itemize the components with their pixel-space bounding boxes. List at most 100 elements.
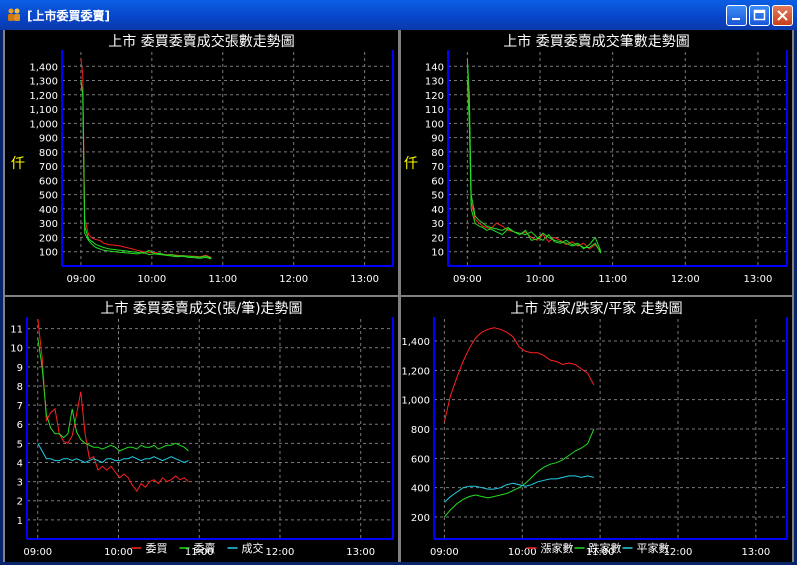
y-tick-label: 1,000	[401, 396, 430, 407]
y-tick-label: 800	[39, 148, 58, 159]
y-tick-label: 70	[431, 162, 444, 173]
chart-breadth: 上市 漲家/跌家/平家 走勢圖09:00 10:00 11:00 12:00 13:00…	[401, 300, 788, 558]
y-tick-label: 300	[39, 219, 58, 230]
title-bar[interactable]: [上市委買委賣]	[0, 0, 797, 31]
y-tick-label: 1,000	[29, 119, 58, 130]
y-tick-label: 700	[39, 162, 58, 173]
legend-label: 委賣	[194, 541, 216, 555]
x-tick-label: 13:00	[744, 274, 773, 285]
y-tick-label: 30	[431, 219, 444, 230]
y-axis-label: 仟	[404, 156, 418, 172]
y-tick-label: 1,300	[29, 77, 58, 88]
y-tick-label: 8	[17, 382, 23, 393]
y-tick-label: 7	[17, 401, 23, 412]
y-tick-label: 140	[425, 62, 444, 73]
x-tick-label: 10:00	[137, 274, 166, 285]
y-tick-label: 1,200	[29, 91, 58, 102]
x-tick-label: 10:00	[526, 274, 555, 285]
y-tick-label: 9	[17, 363, 23, 374]
x-tick-label: 13:00	[741, 547, 770, 558]
y-tick-label: 100	[39, 248, 58, 259]
y-tick-label: 600	[39, 176, 58, 187]
legend-label: 平家數	[637, 541, 670, 555]
y-tick-label: 10	[10, 344, 23, 355]
series-line-0	[80, 59, 212, 258]
x-tick-label: 11:00	[598, 274, 627, 285]
y-tick-label: 90	[431, 134, 444, 145]
y-tick-label: 1,400	[29, 62, 58, 73]
chart-panel-count: 上市 委買委賣成交筆數走勢圖仟 09:00 10:00 11:00 12:00 13:00…	[401, 30, 792, 295]
y-tick-label: 6	[17, 420, 23, 431]
y-tick-label: 40	[431, 205, 444, 216]
y-tick-label: 800	[411, 425, 430, 436]
y-tick-label: 11	[10, 325, 23, 336]
x-tick-label: 12:00	[279, 274, 308, 285]
series-line-0	[443, 327, 595, 422]
y-tick-label: 60	[431, 176, 444, 187]
series-line-2	[80, 80, 212, 260]
y-tick-label: 600	[411, 454, 430, 465]
y-tick-label: 1,200	[401, 366, 430, 377]
y-tick-label: 20	[431, 233, 444, 244]
y-tick-label: 900	[39, 134, 58, 145]
legend-label: 委買	[146, 542, 168, 555]
chart-title: 上市 委買委賣成交(張/筆)走勢圖	[100, 300, 302, 317]
y-tick-label: 120	[425, 91, 444, 102]
series-line-2	[444, 475, 595, 503]
y-tick-label: 1,400	[401, 337, 430, 348]
y-tick-label: 80	[431, 148, 444, 159]
maximize-button[interactable]	[749, 5, 770, 26]
series-line-0	[466, 66, 602, 253]
y-tick-label: 500	[39, 191, 58, 202]
chart-ratio: 上市 委買委賣成交(張/筆)走勢圖09:00 10:00 11:00 12:00 13:…	[10, 300, 394, 558]
maximize-icon	[753, 9, 766, 21]
x-tick-label: 12:00	[266, 547, 295, 558]
x-tick-label: 09:00	[430, 547, 459, 558]
x-tick-label: 09:00	[67, 274, 96, 285]
legend-label: 漲家數	[541, 541, 574, 555]
x-tick-label: 11:00	[208, 274, 237, 285]
close-icon	[777, 10, 788, 21]
y-tick-label: 1,100	[29, 105, 58, 116]
chart-count: 上市 委買委賣成交筆數走勢圖仟 09:00 10:00 11:00 12:00 13:00…	[404, 33, 788, 285]
x-tick-label: 12:00	[671, 274, 700, 285]
y-tick-label: 400	[411, 484, 430, 495]
legend-label: 成交	[242, 541, 264, 555]
people-icon	[8, 8, 20, 21]
x-tick-label: 09:00	[23, 547, 52, 558]
chart-title: 上市 委買委賣成交張數走勢圖	[108, 33, 294, 50]
y-tick-label: 5	[17, 439, 23, 450]
y-tick-label: 50	[431, 191, 444, 202]
y-tick-label: 10	[431, 248, 444, 259]
y-tick-label: 110	[425, 105, 444, 116]
window-title: [上市委買委賣]	[27, 9, 110, 23]
close-button[interactable]	[772, 5, 793, 26]
chart-title: 上市 漲家/跌家/平家 走勢圖	[510, 300, 682, 317]
y-tick-label: 3	[17, 478, 23, 489]
minimize-button[interactable]	[726, 5, 747, 26]
y-axis-label: 仟	[11, 156, 25, 172]
y-tick-label: 100	[425, 119, 444, 130]
series-line-1	[444, 428, 595, 518]
chart-panel-breadth: 上市 漲家/跌家/平家 走勢圖 09:00 10:00 11:00 12:00 13:00…	[401, 297, 792, 562]
x-tick-label: 13:00	[346, 547, 375, 558]
series-line-1	[80, 80, 212, 259]
chart-panel-ratio: 上市 委買委賣成交(張/筆)走勢圖 09:00 10:00 11:00 12:00 13:…	[5, 297, 398, 562]
chart-panel-volume: 上市 委買委賣成交張數走勢圖仟 09:00 10:00 11:00 12:00 13:00…	[5, 30, 398, 295]
series-line-1	[37, 338, 189, 452]
y-tick-label: 400	[39, 205, 58, 216]
legend-label: 跌家數	[589, 541, 622, 555]
y-tick-label: 130	[425, 77, 444, 88]
chart-volume: 上市 委買委賣成交張數走勢圖仟 09:00 10:00 11:00 12:00 13:00…	[11, 33, 394, 285]
y-tick-label: 2	[17, 497, 23, 508]
y-tick-label: 4	[17, 458, 23, 469]
minimize-icon	[732, 18, 740, 20]
y-tick-label: 200	[411, 513, 430, 524]
y-tick-label: 1	[17, 516, 23, 527]
x-tick-label: 13:00	[350, 274, 379, 285]
chart-title: 上市 委買委賣成交筆數走勢圖	[503, 33, 689, 50]
x-tick-label: 09:00	[453, 274, 482, 285]
x-tick-label: 10:00	[104, 547, 133, 558]
chart-grid: 上市 委買委賣成交張數走勢圖仟 09:00 10:00 11:00 12:00 13:00…	[3, 30, 794, 562]
y-tick-label: 200	[39, 233, 58, 244]
